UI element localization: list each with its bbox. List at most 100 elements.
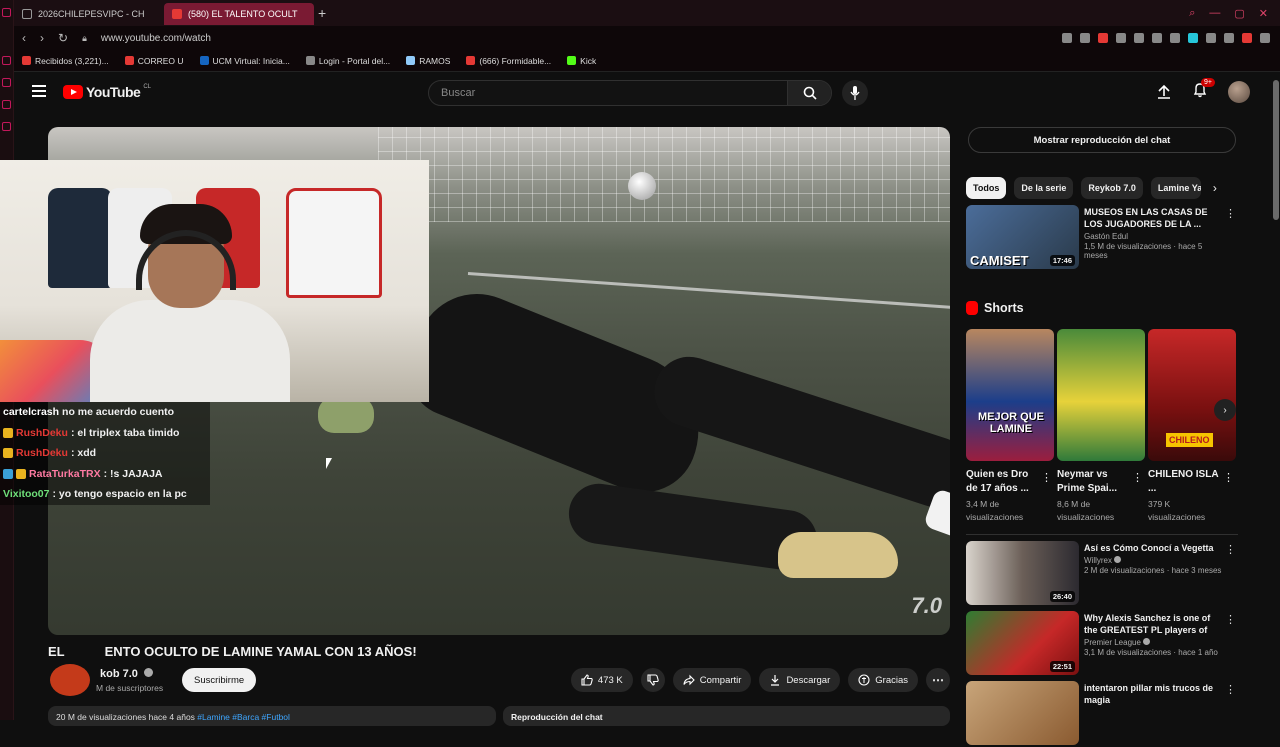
short-item[interactable]: Neymar vs Prime Spai... 8,6 M de visualiz… (1057, 329, 1145, 524)
side-icon[interactable] (2, 78, 11, 87)
search-tabs-icon[interactable]: ⌕ (1189, 7, 1195, 20)
short-item[interactable]: CHILENO CHILENO ISLA ... 379 Kvisualizac… (1148, 329, 1236, 524)
video-thumbnail[interactable] (966, 681, 1079, 745)
video-thumbnail[interactable]: 26:40 (966, 541, 1079, 605)
bookmark-item[interactable]: CORREO U (124, 55, 184, 66)
short-thumbnail[interactable] (1057, 329, 1145, 461)
extension-icon[interactable] (1170, 33, 1180, 43)
show-chat-replay-button[interactable]: Mostrar reproducción del chat (968, 127, 1236, 153)
channel-name[interactable]: Gastón Edul (1084, 232, 1222, 241)
download-button[interactable]: Descargar (759, 668, 841, 692)
notification-badge: 9+ (1201, 77, 1215, 87)
extension-icon[interactable] (1188, 33, 1198, 43)
account-avatar[interactable] (1228, 81, 1250, 103)
search-input[interactable]: Buscar (429, 87, 787, 99)
chip-series[interactable]: De la serie (1014, 177, 1074, 199)
video-title[interactable]: Why Alexis Sanchez is one of the GREATES… (1084, 612, 1222, 636)
recommended-video[interactable]: CAMISET 17:46 MUSEOS EN LAS CASAS DE LOS… (966, 205, 1238, 271)
streamer-body (90, 300, 290, 402)
side-icon[interactable] (2, 8, 11, 17)
channel-name[interactable]: kob 7.0 (100, 668, 153, 680)
kick-icon (567, 56, 577, 65)
channel-avatar[interactable] (50, 664, 90, 696)
bookmark-item[interactable]: UCM Virtual: Inicia... (199, 56, 290, 66)
upload-icon[interactable] (1156, 84, 1172, 100)
maximize-button[interactable]: ▢ (1234, 7, 1244, 20)
heart-icon[interactable] (1134, 33, 1144, 43)
extension-icon[interactable] (1152, 33, 1162, 43)
url-field[interactable]: www.youtube.com/watch (101, 33, 211, 44)
side-icon[interactable] (2, 56, 11, 65)
close-button[interactable]: ✕ (1259, 7, 1268, 20)
download-icon[interactable] (1242, 33, 1252, 43)
screenshot-icon[interactable] (1080, 33, 1090, 43)
video-actions: 473 K Compartir Descargar Gracias ⋯ (570, 668, 950, 692)
more-options-icon[interactable]: ⋮ (1225, 613, 1236, 626)
bookmark-item[interactable]: Kick (567, 56, 596, 66)
recommended-video[interactable]: 22:51 Why Alexis Sanchez is one of the G… (966, 611, 1238, 677)
bookmark-item[interactable]: Recibidos (3,221)... (22, 56, 109, 66)
search-bar[interactable]: Buscar (428, 80, 832, 106)
side-icon[interactable] (2, 100, 11, 109)
hashtags[interactable]: #Lamine #Barca #Futbol (197, 712, 290, 722)
youtube-header: YouTube CL Buscar 9+ (14, 72, 1270, 114)
video-title[interactable]: intentaron pillar mis trucos de magia (1084, 682, 1222, 706)
profile-icon[interactable] (1224, 33, 1234, 43)
thumbs-up-icon (581, 674, 593, 686)
tab-youtube[interactable]: (580) EL TALENTO OCULT (164, 3, 314, 25)
video-thumbnail[interactable]: 22:51 (966, 611, 1079, 675)
video-thumbnail[interactable]: CAMISET 17:46 (966, 205, 1079, 269)
share-button[interactable]: Compartir (672, 668, 752, 692)
tab-label: 2026CHILEPESVIPC - CH (38, 9, 145, 19)
minimize-button[interactable]: — (1209, 7, 1220, 20)
forward-button[interactable]: › (40, 31, 44, 45)
recommended-video[interactable]: intentaron pillar mis trucos de magia ⋮ (966, 681, 1238, 747)
more-options-icon[interactable]: ⋮ (1225, 207, 1236, 220)
chips-next-icon[interactable]: › (1213, 181, 1217, 195)
more-options-icon[interactable]: ⋮ (1223, 471, 1234, 484)
description-box[interactable]: 20 M de visualizaciones hace 4 años #Lam… (48, 706, 496, 726)
bookmark-item[interactable]: Login - Portal del... (305, 56, 390, 66)
short-thumbnail[interactable]: CHILENO (1148, 329, 1236, 461)
puzzle-icon[interactable] (1206, 33, 1216, 43)
bookmark-item[interactable]: (666) Formidable... (466, 56, 551, 66)
thanks-button[interactable]: Gracias (848, 668, 918, 692)
video-title[interactable]: MUSEOS EN LAS CASAS DE LOS JUGADORES DE … (1084, 206, 1222, 230)
youtube-logo[interactable]: YouTube CL (63, 84, 151, 100)
side-icon[interactable] (2, 122, 11, 131)
like-button[interactable]: 473 K (570, 668, 633, 692)
shorts-next-button[interactable]: › (1214, 399, 1236, 421)
menu-icon[interactable] (1260, 33, 1270, 43)
notifications-button[interactable]: 9+ (1192, 77, 1215, 103)
subscribe-button[interactable]: Suscribirme (182, 668, 257, 692)
more-options-icon[interactable]: ⋮ (1225, 683, 1236, 696)
more-actions-button[interactable]: ⋯ (926, 668, 950, 692)
bookmark-icon[interactable] (1062, 33, 1072, 43)
short-thumbnail[interactable]: MEJOR QUE LAMINE (966, 329, 1054, 461)
chip-all[interactable]: Todos (966, 177, 1007, 199)
shield-icon[interactable] (1098, 33, 1108, 43)
voice-search-button[interactable] (842, 80, 868, 106)
page-scrollbar[interactable] (1273, 80, 1279, 220)
new-tab-button[interactable]: + (318, 5, 326, 21)
dislike-button[interactable] (640, 668, 665, 692)
search-button[interactable] (787, 81, 831, 105)
bookmark-item[interactable]: RAMOS (406, 56, 450, 66)
menu-icon[interactable] (32, 85, 46, 97)
tab-chilepes[interactable]: 2026CHILEPESVIPC - CH (14, 3, 164, 25)
bookmark-label: CORREO U (137, 55, 184, 66)
channel-name[interactable]: Willyrex (1084, 556, 1222, 565)
chat-replay-panel[interactable]: Reproducción del chat (503, 706, 950, 726)
video-title[interactable]: Así es Cómo Conocí a Vegetta (1084, 542, 1222, 554)
reload-button[interactable]: ↻ (58, 31, 68, 45)
back-button[interactable]: ‹ (22, 31, 26, 45)
recommended-video[interactable]: 26:40 Así es Cómo Conocí a Vegetta Willy… (966, 541, 1238, 607)
play-icon[interactable] (1116, 33, 1126, 43)
chip-lamine[interactable]: Lamine Ya (1150, 177, 1201, 199)
more-options-icon[interactable]: ⋮ (1041, 471, 1052, 484)
more-options-icon[interactable]: ⋮ (1132, 471, 1143, 484)
short-item[interactable]: MEJOR QUE LAMINE Quien es Dro de 17 años… (966, 329, 1054, 524)
more-options-icon[interactable]: ⋮ (1225, 543, 1236, 556)
chip-reykob[interactable]: Reykob 7.0 (1081, 177, 1143, 199)
channel-name[interactable]: Premier League (1084, 638, 1222, 647)
